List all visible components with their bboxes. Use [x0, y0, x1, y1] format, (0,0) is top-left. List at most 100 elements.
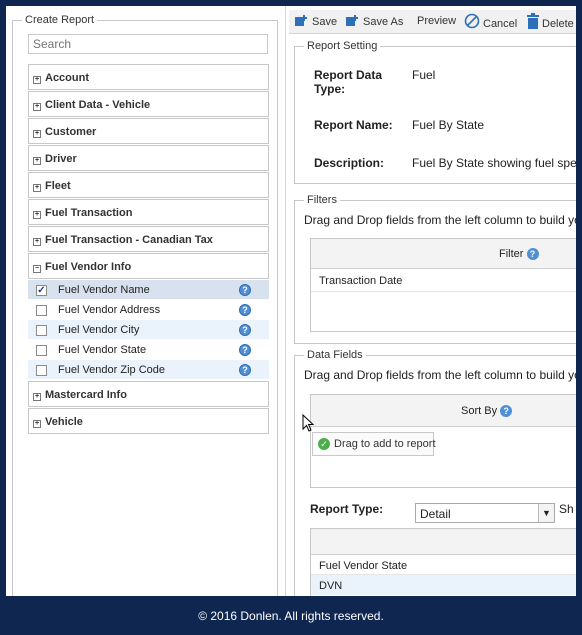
report-builder-window: Create Report + Account + Client Data - Ve…: [6, 6, 576, 596]
save-as-label: Save As: [363, 16, 404, 28]
report-name-label: Report Name:: [314, 118, 393, 132]
preview-label: Preview: [417, 15, 457, 27]
row-label: Fuel Vendor State: [319, 560, 408, 572]
filter-column-header: Filter ?: [499, 248, 539, 260]
category-driver[interactable]: + Driver: [28, 145, 269, 171]
field-fuel-vendor-name[interactable]: ✓ Fuel Vendor Name ?: [28, 280, 269, 300]
cancel-icon: [464, 13, 480, 29]
report-type-label: Report Type:: [310, 502, 384, 516]
expand-icon: +: [33, 103, 41, 111]
sort-header-label: Sort By: [461, 405, 498, 417]
help-icon[interactable]: ?: [526, 248, 539, 260]
category-vehicle[interactable]: + Vehicle: [28, 408, 269, 434]
category-label: Vehicle: [45, 416, 83, 428]
drag-tooltip-label: Drag to add to report: [334, 438, 436, 450]
cancel-button[interactable]: Cancel: [464, 13, 517, 30]
field-fuel-vendor-city[interactable]: Fuel Vendor City ?: [28, 320, 269, 340]
truncated-label: Sh: [559, 502, 574, 516]
create-report-panel: Create Report + Account + Client Data - Ve…: [6, 6, 286, 596]
report-data-type-label: Report Data Type:: [314, 68, 383, 96]
field-label: Fuel Vendor Name: [58, 284, 150, 296]
delete-button[interactable]: Delete: [527, 13, 574, 30]
table-row[interactable]: Fuel Vendor State: [311, 555, 576, 575]
copyright-footer: © 2016 Donlen. All rights reserved.: [198, 609, 384, 623]
field-fuel-vendor-address[interactable]: Fuel Vendor Address ?: [28, 300, 269, 320]
expand-icon: +: [33, 393, 41, 401]
field-checkbox[interactable]: [36, 345, 47, 356]
save-as-button[interactable]: Save As: [346, 15, 403, 28]
report-toolbar: Save Save As Preview Cancel Delete: [289, 10, 576, 34]
category-fuel-transaction-canadian-tax[interactable]: + Fuel Transaction - Canadian Tax: [28, 226, 269, 252]
description-label: Description:: [314, 156, 385, 170]
drag-tooltip: ✓ Drag to add to report: [312, 432, 436, 456]
category-mastercard-info[interactable]: + Mastercard Info: [28, 381, 269, 407]
help-icon[interactable]: ?: [239, 324, 251, 336]
report-type-select[interactable]: Detail ▼: [415, 503, 555, 523]
expand-icon: +: [33, 157, 41, 165]
field-checkbox[interactable]: [36, 325, 47, 336]
data-fields-grid[interactable]: Fuel Vendor State DVN: [310, 528, 576, 596]
description-value: Fuel By State showing fuel spen: [412, 156, 576, 170]
filters-hint: Drag and Drop fields from the left colum…: [304, 213, 576, 227]
save-as-icon: [346, 15, 358, 26]
save-label: Save: [312, 16, 338, 28]
filters-grid-header: Filter ?: [311, 239, 576, 269]
field-checkbox[interactable]: ✓: [36, 285, 47, 296]
field-label: Fuel Vendor State: [58, 344, 147, 356]
field-label: Fuel Vendor City: [58, 324, 140, 336]
save-button[interactable]: Save: [295, 15, 337, 28]
help-icon[interactable]: ?: [239, 344, 251, 356]
filter-row[interactable]: Transaction Date: [319, 275, 402, 287]
row-label: DVN: [319, 580, 343, 592]
category-label: Fuel Transaction: [45, 207, 133, 219]
category-label: Client Data - Vehicle: [45, 99, 151, 111]
report-name-value: Fuel By State: [412, 118, 485, 132]
check-icon: ✓: [318, 438, 330, 450]
data-fields-grid-header: [311, 529, 576, 555]
report-data-type-value: Fuel: [412, 68, 436, 82]
field-fuel-vendor-zip-code[interactable]: Fuel Vendor Zip Code ?: [28, 360, 269, 380]
report-setting-legend: Report Setting: [304, 40, 381, 52]
category-label: Fuel Transaction - Canadian Tax: [45, 234, 213, 246]
help-icon[interactable]: ?: [500, 405, 513, 417]
save-icon: [295, 15, 307, 26]
field-label: Fuel Vendor Zip Code: [58, 364, 166, 376]
sort-by-column-header: Sort By ?: [461, 405, 513, 417]
search-input[interactable]: [28, 34, 268, 54]
collapse-icon: −: [33, 265, 41, 273]
category-label: Fleet: [45, 180, 71, 192]
row-divider: [311, 291, 576, 292]
expand-icon: +: [33, 238, 41, 246]
category-fuel-vendor-info[interactable]: − Fuel Vendor Info: [28, 253, 269, 279]
field-checkbox[interactable]: [36, 365, 47, 376]
field-fuel-vendor-state[interactable]: Fuel Vendor State ?: [28, 340, 269, 360]
expand-icon: +: [33, 211, 41, 219]
help-icon[interactable]: ?: [239, 284, 251, 296]
filters-grid[interactable]: Filter ? Transaction Date: [310, 238, 576, 332]
help-icon[interactable]: ?: [239, 364, 251, 376]
field-checkbox[interactable]: [36, 305, 47, 316]
field-label: Fuel Vendor Address: [58, 304, 161, 316]
category-account[interactable]: + Account: [28, 64, 269, 90]
expand-icon: +: [33, 420, 41, 428]
filter-header-label: Filter: [499, 248, 524, 260]
table-row[interactable]: DVN: [311, 575, 576, 595]
mouse-cursor-icon: [302, 414, 314, 432]
report-type-value: Detail: [420, 507, 451, 521]
create-report-legend: Create Report: [22, 14, 98, 26]
help-icon[interactable]: ?: [239, 304, 251, 316]
category-customer[interactable]: + Customer: [28, 118, 269, 144]
chevron-down-icon: ▼: [538, 504, 554, 522]
category-fleet[interactable]: + Fleet: [28, 172, 269, 198]
category-client-data-vehicle[interactable]: + Client Data - Vehicle: [28, 91, 269, 117]
data-fields-legend: Data Fields: [304, 349, 366, 361]
category-fuel-transaction[interactable]: + Fuel Transaction: [28, 199, 269, 225]
expand-icon: +: [33, 130, 41, 138]
data-fields-hint: Drag and Drop fields from the left colum…: [304, 368, 576, 382]
preview-button[interactable]: Preview: [417, 15, 456, 27]
delete-label: Delete: [542, 18, 574, 30]
expand-icon: +: [33, 76, 41, 84]
cancel-label: Cancel: [483, 18, 518, 30]
expand-icon: +: [33, 184, 41, 192]
sort-grid-header: Sort By ?: [311, 395, 576, 427]
